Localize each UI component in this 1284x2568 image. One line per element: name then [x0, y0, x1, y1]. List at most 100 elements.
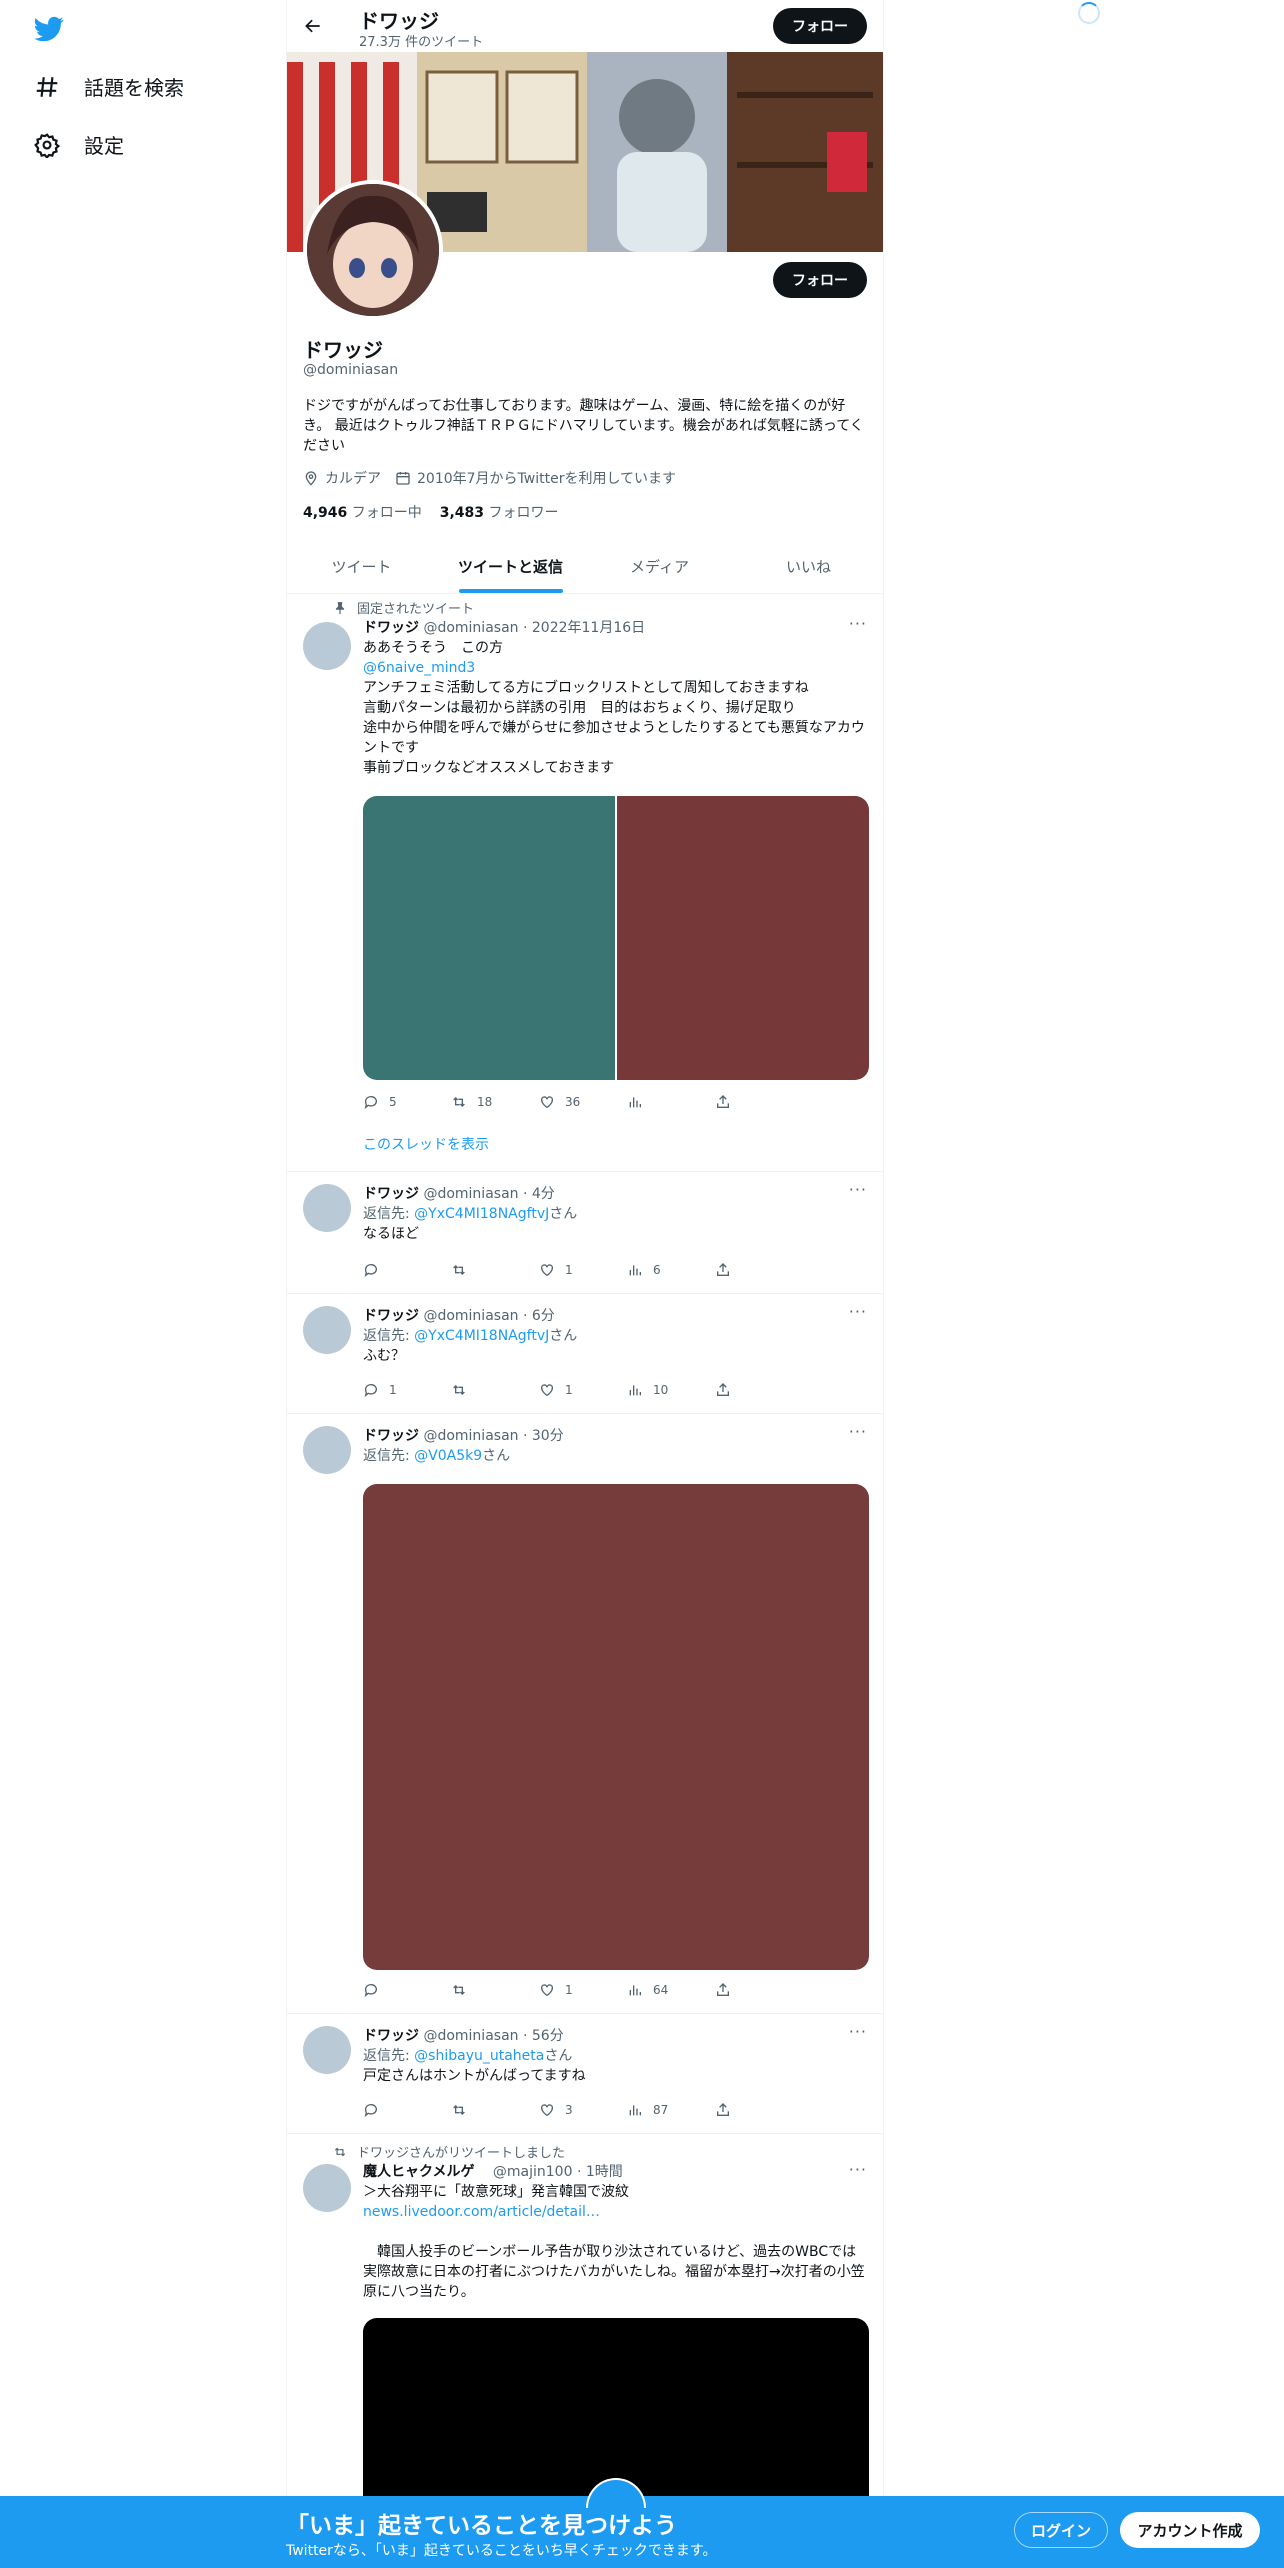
media-image[interactable]	[617, 796, 869, 1080]
nav-item-explore[interactable]: 話題を検索	[34, 72, 184, 101]
share-button[interactable]	[715, 1262, 803, 1278]
tweet-time[interactable]: 4分	[532, 1186, 555, 1202]
bar-chart-icon	[629, 1097, 641, 1108]
share-button[interactable]	[715, 1094, 803, 1110]
bar-chart-icon	[629, 2105, 641, 2116]
share-icon	[717, 1263, 729, 1276]
followers-label: フォロワー	[488, 505, 559, 521]
tweet-actions: 3 87	[363, 2102, 803, 2118]
reply-to-line: 返信先: @YxC4MI18NAgftvJさん	[363, 1204, 867, 1224]
follow-button[interactable]: フォロー	[773, 262, 867, 298]
tab-tweets-and-replies[interactable]: ツイートと返信	[436, 540, 585, 593]
back-arrow-icon[interactable]	[299, 12, 327, 40]
tweet-time[interactable]: 2022年11月16日	[532, 620, 645, 636]
nav-item-settings[interactable]: 設定	[34, 130, 124, 159]
tweet-item[interactable]: ··· ドワッジ @dominiasan · 6分 返信先: @YxC4MI18…	[287, 1294, 883, 1414]
loading-spinner-icon	[1078, 2, 1100, 24]
author-handle[interactable]: @dominiasan	[423, 2028, 518, 2044]
reply-button[interactable]	[363, 2102, 451, 2118]
views-button[interactable]: 87	[627, 2102, 715, 2118]
views-button[interactable]: 10	[627, 1382, 715, 1398]
show-thread-link[interactable]: このスレッドを表示	[363, 1134, 489, 1154]
retweet-button[interactable]	[451, 2102, 539, 2118]
tab-tweets[interactable]: ツイート	[287, 540, 436, 593]
tweet-item[interactable]: ··· ドワッジ @dominiasan · 30分 返信先: @V0A5k9さ…	[287, 1414, 883, 2014]
views-button[interactable]	[627, 1094, 715, 1110]
tweet-body: ドワッジ @dominiasan · 56分 返信先: @shibayu_uta…	[363, 2026, 867, 2086]
retweet-button[interactable]	[451, 1382, 539, 1398]
reply-button[interactable]: 5	[363, 1094, 451, 1110]
share-button[interactable]	[715, 1382, 803, 1398]
avatar[interactable]	[303, 622, 351, 670]
tweet-time[interactable]: 6分	[532, 1308, 555, 1324]
reply-to-mention[interactable]: @V0A5k9	[414, 1448, 482, 1464]
avatar[interactable]	[303, 1306, 351, 1354]
media-image[interactable]	[363, 1484, 869, 1970]
tweet-actions: 1 1 10	[363, 1382, 803, 1398]
tweet-time[interactable]: 1時間	[586, 2164, 623, 2180]
author-name[interactable]: ドワッジ	[363, 620, 419, 636]
like-button[interactable]: 1	[539, 1982, 627, 1998]
retweet-button[interactable]	[451, 1262, 539, 1278]
reply-to-suffix: さん	[482, 1448, 511, 1464]
reply-button[interactable]	[363, 1982, 451, 1998]
tweet-item[interactable]: ··· ドワッジ @dominiasan · 56分 返信先: @shibayu…	[287, 2014, 883, 2134]
header-follow-button[interactable]: フォロー	[773, 8, 867, 44]
share-button[interactable]	[715, 1982, 803, 1998]
avatar[interactable]	[303, 1426, 351, 1474]
article-link[interactable]: news.livedoor.com/article/detail…	[363, 2202, 867, 2222]
media-image[interactable]	[363, 796, 615, 1080]
signup-button[interactable]: アカウント作成	[1120, 2512, 1260, 2548]
author-handle[interactable]: @majin100	[493, 2164, 573, 2180]
avatar[interactable]	[303, 1184, 351, 1232]
views-count: 87	[653, 2103, 669, 2117]
reply-button[interactable]	[363, 1262, 451, 1278]
mention-link[interactable]: @6naive_mind3	[363, 658, 867, 678]
views-button[interactable]: 6	[627, 1262, 715, 1278]
author-name[interactable]: ドワッジ	[363, 1308, 419, 1324]
like-button[interactable]: 1	[539, 1262, 627, 1278]
reply-to-mention[interactable]: @YxC4MI18NAgftvJ	[414, 1328, 549, 1344]
tweet-body: ドワッジ @dominiasan · 4分 返信先: @YxC4MI18NAgf…	[363, 1184, 867, 1244]
tab-likes[interactable]: いいね	[734, 540, 883, 593]
tweet-time[interactable]: 56分	[532, 2028, 564, 2044]
share-button[interactable]	[715, 2102, 803, 2118]
views-button[interactable]: 64	[627, 1982, 715, 1998]
author-handle[interactable]: @dominiasan	[423, 1428, 518, 1444]
location-text: カルデア	[325, 471, 381, 487]
author-name[interactable]: ドワッジ	[363, 2028, 419, 2044]
author-name[interactable]: ドワッジ	[363, 1428, 419, 1444]
author-handle[interactable]: @dominiasan	[423, 1186, 518, 1202]
login-button[interactable]: ログイン	[1014, 2512, 1108, 2548]
heart-icon	[541, 1984, 553, 1997]
following-link[interactable]: 4,946 フォロー中	[303, 502, 422, 522]
like-button[interactable]: 3	[539, 2102, 627, 2118]
reply-icon	[364, 2104, 377, 2117]
share-icon	[717, 1383, 729, 1396]
tweet-item[interactable]: ··· ドワッジ @dominiasan · 4分 返信先: @YxC4MI18…	[287, 1172, 883, 1294]
reply-to-line: 返信先: @V0A5k9さん	[363, 1446, 867, 1466]
like-button[interactable]: 36	[539, 1094, 627, 1110]
twitter-logo-icon[interactable]	[32, 14, 66, 44]
tweet-item[interactable]: 固定されたツイート ··· ドワッジ @dominiasan · 2022年11…	[287, 594, 883, 1172]
pin-icon	[335, 601, 345, 614]
retweet-icon	[453, 1265, 465, 1275]
like-button[interactable]: 1	[539, 1382, 627, 1398]
profile-avatar[interactable]	[303, 180, 443, 320]
author-name[interactable]: 魔人ヒャクメルゲ	[363, 2164, 474, 2180]
avatar[interactable]	[303, 2026, 351, 2074]
author-handle[interactable]: @dominiasan	[423, 1308, 518, 1324]
reply-to-mention[interactable]: @YxC4MI18NAgftvJ	[414, 1206, 549, 1222]
avatar[interactable]	[303, 2164, 351, 2212]
retweet-button[interactable]	[451, 1982, 539, 1998]
reply-to-mention[interactable]: @shibayu_utaheta	[414, 2048, 544, 2064]
retweet-button[interactable]: 18	[451, 1094, 539, 1110]
tab-media[interactable]: メディア	[585, 540, 734, 593]
reply-button[interactable]: 1	[363, 1382, 451, 1398]
header-tweet-count: 27.3万 件のツイート	[359, 35, 484, 50]
followers-link[interactable]: 3,483 フォロワー	[440, 502, 559, 522]
heart-icon	[541, 1384, 553, 1397]
author-handle[interactable]: @dominiasan	[423, 620, 518, 636]
tweet-time[interactable]: 30分	[532, 1428, 564, 1444]
author-name[interactable]: ドワッジ	[363, 1186, 419, 1202]
